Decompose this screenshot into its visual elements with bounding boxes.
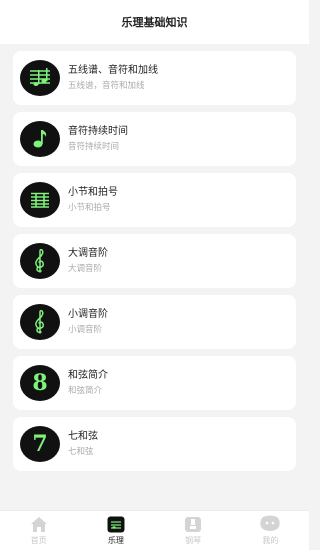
profile-icon (259, 515, 281, 533)
lesson-list: 五线谱、音符和加线 五线谱，音符和加线 音符持续时间 音符持续时间 小节和拍号 … (13, 51, 296, 478)
lesson-subtitle: 大调音阶 (68, 263, 103, 274)
home-icon (30, 515, 48, 533)
treble-clef-icon (20, 243, 60, 279)
lesson-card-duration[interactable]: 音符持续时间 音符持续时间 (13, 112, 296, 166)
piano-icon (184, 515, 202, 533)
lesson-card-chords[interactable]: 8 和弦简介 和弦简介 (13, 356, 296, 410)
tab-label: 首页 (30, 536, 47, 545)
tab-label: 钢琴 (185, 536, 202, 545)
lesson-title: 七和弦 (68, 430, 98, 442)
chord-eight-icon: 8 (20, 365, 60, 401)
lesson-title: 五线谱、音符和加线 (68, 64, 158, 76)
staff-notes-icon (20, 60, 60, 96)
staff-lines-icon (20, 182, 60, 218)
lesson-card-minor-scale[interactable]: 小调音阶 小调音阶 (13, 295, 296, 349)
tab-home[interactable]: 首页 (0, 511, 77, 550)
lesson-title: 大调音阶 (68, 247, 108, 259)
music-note-icon (20, 121, 60, 157)
page-title: 乐理基础知识 (121, 16, 188, 29)
chord-seven-glyph: 7 (32, 431, 48, 457)
tab-label: 乐理 (107, 536, 124, 545)
chord-seven-icon: 7 (20, 426, 60, 462)
lesson-title: 小调音阶 (68, 308, 108, 320)
lesson-card-measures[interactable]: 小节和拍号 小节和拍号 (13, 173, 296, 227)
bottom-tab-bar: 首页 乐理 钢琴 我的 (0, 510, 309, 550)
lesson-subtitle: 和弦简介 (68, 385, 103, 396)
lesson-subtitle: 七和弦 (68, 446, 94, 457)
lesson-card-major-scale[interactable]: 大调音阶 大调音阶 (13, 234, 296, 288)
lesson-subtitle: 小调音阶 (68, 324, 103, 335)
music-theory-icon (107, 515, 125, 533)
lesson-card-staff[interactable]: 五线谱、音符和加线 五线谱，音符和加线 (13, 51, 296, 105)
lesson-title: 音符持续时间 (68, 125, 128, 137)
chord-eight-glyph: 8 (32, 370, 48, 396)
lesson-subtitle: 小节和拍号 (68, 202, 111, 213)
tab-profile[interactable]: 我的 (232, 511, 309, 550)
app-header: 乐理基础知识 (0, 0, 309, 44)
lesson-subtitle: 五线谱，音符和加线 (68, 80, 145, 91)
tab-piano[interactable]: 钢琴 (155, 511, 232, 550)
tab-music-theory[interactable]: 乐理 (77, 511, 154, 550)
lesson-card-seventh-chords[interactable]: 7 七和弦 七和弦 (13, 417, 296, 471)
tab-label: 我的 (262, 536, 279, 545)
lesson-title: 和弦简介 (68, 369, 108, 381)
lesson-subtitle: 音符持续时间 (68, 141, 120, 152)
treble-clef-icon (20, 304, 60, 340)
lesson-title: 小节和拍号 (68, 186, 118, 198)
